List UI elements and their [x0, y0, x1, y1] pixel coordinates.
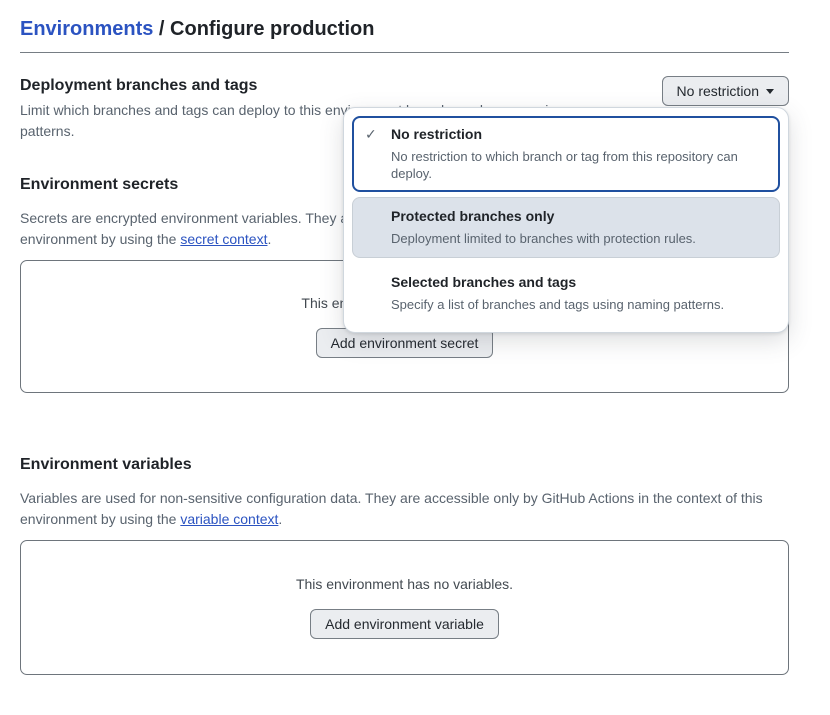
breadcrumb-separator: /	[153, 18, 170, 40]
secret-context-link[interactable]: secret context	[180, 231, 267, 247]
variables-empty-text: This environment has no variables.	[296, 576, 513, 592]
check-icon: ✓	[365, 126, 391, 143]
variables-heading: Environment variables	[20, 455, 789, 475]
dropdown-caret-icon	[766, 89, 774, 94]
page-header: Environments / Configure production	[20, 0, 789, 53]
variables-description-period: .	[278, 511, 282, 527]
variables-description: Variables are used for non-sensitive con…	[20, 488, 772, 530]
restriction-dropdown-menu: ✓ No restriction No restriction to which…	[343, 107, 789, 333]
restriction-selector-button[interactable]: No restriction	[662, 76, 789, 106]
dropdown-item-selected-branches[interactable]: ✓ Selected branches and tags Specify a l…	[352, 263, 780, 324]
deployment-heading: Deployment branches and tags	[20, 76, 596, 96]
dropdown-item-label: No restriction	[391, 124, 482, 144]
dropdown-item-description: No restriction to which branch or tag fr…	[391, 148, 767, 182]
main-content: Environments / Configure production Depl…	[20, 0, 789, 675]
add-environment-variable-button[interactable]: Add environment variable	[310, 609, 499, 639]
breadcrumb-environments-link[interactable]: Environments	[20, 18, 153, 40]
page-title: Configure production	[170, 18, 374, 40]
dropdown-item-protected-branches[interactable]: ✓ Protected branches only Deployment lim…	[352, 197, 780, 258]
dropdown-item-description: Specify a list of branches and tags usin…	[391, 296, 767, 313]
dropdown-item-label: Protected branches only	[391, 206, 554, 226]
dropdown-item-no-restriction[interactable]: ✓ No restriction No restriction to which…	[352, 116, 780, 192]
secrets-description-period: .	[267, 231, 271, 247]
variables-empty-box: This environment has no variables. Add e…	[20, 540, 789, 675]
dropdown-item-label: Selected branches and tags	[391, 272, 576, 292]
variables-description-text: Variables are used for non-sensitive con…	[20, 490, 763, 527]
dropdown-item-description: Deployment limited to branches with prot…	[391, 230, 767, 247]
restriction-selector-label: No restriction	[677, 83, 759, 99]
variable-context-link[interactable]: variable context	[180, 511, 278, 527]
